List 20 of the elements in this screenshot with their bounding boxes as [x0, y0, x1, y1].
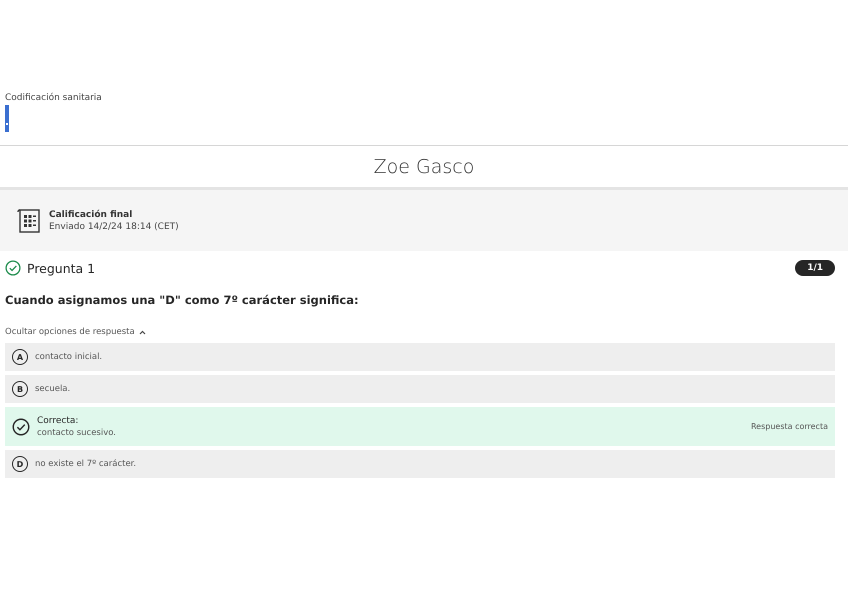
caret-icon	[138, 330, 146, 334]
hide-options-toggle[interactable]: Ocultar opciones de respuesta	[5, 327, 146, 337]
score-badge: 1/1	[795, 260, 835, 276]
question-text: Cuando asignamos una "D" como 7º carácter significa:	[4, 292, 360, 307]
answer-text: secuela.	[35, 384, 70, 394]
correct-label: Correcta:	[37, 416, 80, 426]
option-letter: D	[12, 456, 28, 472]
grade-title: Calificación final	[49, 210, 134, 220]
submitted-date: Enviado 14/2/24 18:14 (CET)	[49, 222, 179, 232]
option-letter: A	[12, 349, 28, 365]
answer-text: no existe el 7º carácter.	[35, 459, 136, 469]
feedback-text: Respuesta correcta	[750, 422, 828, 431]
answer-text: contacto sucesivo.	[37, 428, 116, 438]
calculator-icon	[17, 208, 41, 234]
question-title: Pregunta 1	[27, 260, 96, 276]
check-circle-icon	[12, 418, 30, 436]
answer-text: contacto inicial.	[35, 352, 102, 362]
option-letter: B	[12, 381, 28, 397]
scroll-indicator	[5, 105, 9, 132]
course-title: Codificación sanitaria	[5, 93, 103, 103]
